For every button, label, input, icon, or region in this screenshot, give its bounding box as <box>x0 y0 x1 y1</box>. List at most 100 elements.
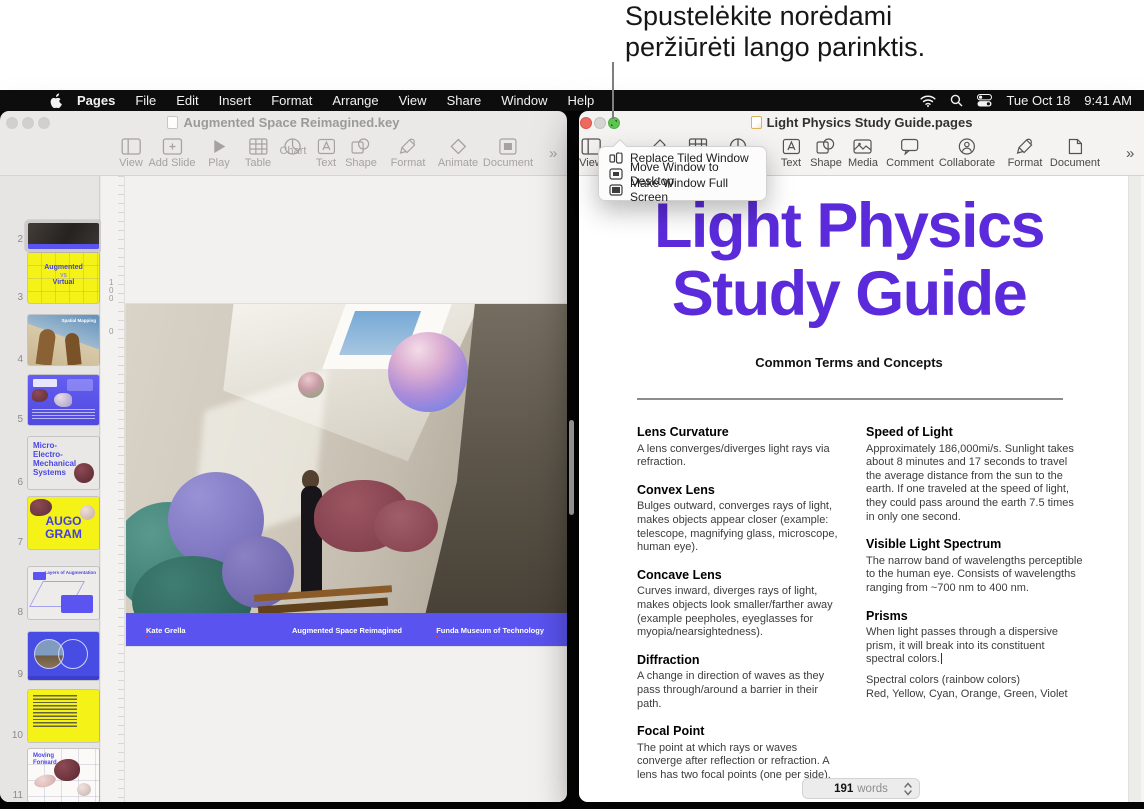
add-slide-button[interactable]: Add Slide <box>148 138 195 169</box>
slide-number: 2 <box>6 234 23 245</box>
play-button[interactable]: Play <box>208 138 229 169</box>
prisms-extra-line-2[interactable]: Red, Yellow, Cyan, Orange, Green, Violet <box>866 688 1084 702</box>
menu-item-file[interactable]: File <box>125 93 166 108</box>
word-count-control[interactable]: 191 words <box>802 778 920 799</box>
pages-document-area[interactable]: Light Physics Study Guide Common Terms a… <box>579 176 1144 802</box>
glossary-left-column[interactable]: Lens Curvature A lens converges/diverges… <box>637 426 841 796</box>
slide-footer-bar: Kate Grella Augmented Space Reimagined F… <box>126 613 567 646</box>
menu-item-arrange[interactable]: Arrange <box>322 93 388 108</box>
term-heading[interactable]: Diffraction <box>637 654 841 668</box>
menu-item-make-window-full-screen[interactable]: Make Window Full Screen <box>599 182 766 198</box>
term-definition[interactable]: The narrow band of wavelengths perceptib… <box>866 555 1084 596</box>
slide-thumbnail-9[interactable] <box>28 632 99 680</box>
slide-number: 6 <box>6 477 23 488</box>
callout-line-1: Spustelėkite norėdami <box>625 1 925 32</box>
menu-item-format[interactable]: Format <box>261 93 322 108</box>
menu-item-share[interactable]: Share <box>437 93 492 108</box>
slide-number: 11 <box>6 790 23 801</box>
term-heading[interactable]: Speed of Light <box>866 426 1084 440</box>
word-count-unit: words <box>857 783 888 795</box>
callout-pointer-line <box>612 62 614 119</box>
document-subtitle[interactable]: Common Terms and Concepts <box>599 355 1099 370</box>
vertical-scrollbar[interactable] <box>1128 176 1141 802</box>
keynote-title-bar[interactable]: Augmented Space Reimagined.key <box>0 111 567 134</box>
menu-item-insert[interactable]: Insert <box>209 93 262 108</box>
term-heading[interactable]: Focal Point <box>637 725 841 739</box>
comment-button[interactable]: Comment <box>886 138 934 169</box>
term-definition[interactable]: A change in direction of waves as they p… <box>637 670 841 711</box>
term-definition[interactable]: Curves inward, diverges rays of light, m… <box>637 585 841 639</box>
media-button[interactable]: Media <box>848 138 878 169</box>
slide-number: 3 <box>6 292 23 303</box>
format-button[interactable]: Format <box>1008 138 1043 169</box>
vertical-ruler: 100 0 <box>101 176 125 802</box>
slide-thumbnail-6[interactable]: Micro-Electro-MechanicalSystems <box>28 437 99 489</box>
slide-footer-venue: Funda Museum of Technology <box>436 626 544 635</box>
table-button[interactable]: Table <box>245 138 271 169</box>
term-heading[interactable]: Convex Lens <box>637 484 841 498</box>
pages-title-bar[interactable]: Light Physics Study Guide.pages <box>579 111 1144 134</box>
control-center-icon[interactable] <box>977 94 992 107</box>
document-button[interactable]: Document <box>483 138 533 169</box>
term-definition[interactable]: Approximately 186,000mi/s. Sunlight take… <box>866 443 1084 525</box>
slide-number: 8 <box>6 607 23 618</box>
ruler-mark-0: 0 <box>109 328 117 336</box>
format-button[interactable]: Format <box>391 138 426 169</box>
menubar-time[interactable]: 9:41 AM <box>1084 93 1132 108</box>
text-cursor <box>941 653 942 664</box>
term-definition[interactable]: Bulges outward, converges rays of light,… <box>637 500 841 554</box>
tile-divider-handle[interactable] <box>569 420 574 515</box>
wifi-icon[interactable] <box>920 95 936 107</box>
view-button[interactable]: View <box>119 138 143 169</box>
keynote-content: 2 3 Augmented VS Virtual 4 Spatial Mappi… <box>0 176 567 802</box>
menu-item-help[interactable]: Help <box>558 93 605 108</box>
term-definition[interactable]: A lens converges/diverges light rays via… <box>637 443 841 470</box>
slide-thumbnail-2-selected[interactable] <box>28 223 99 249</box>
callout-background <box>0 0 1144 90</box>
slide-thumbnail-10[interactable] <box>28 690 99 742</box>
apple-menu-icon[interactable] <box>50 93 63 108</box>
text-button[interactable]: Text <box>781 138 801 169</box>
toolbar-overflow-chevron[interactable]: » <box>1126 145 1132 162</box>
collaborate-button[interactable]: Collaborate <box>939 138 995 169</box>
slide-thumbnail-5[interactable] <box>28 375 99 425</box>
slide-thumbnail-11[interactable]: Moving Forward <box>28 749 99 802</box>
ruler-mark-100: 100 <box>109 279 117 303</box>
screenshot-root: Spustelėkite norėdami peržiūrėti lango p… <box>0 0 1144 809</box>
term-definition[interactable]: When light passes through a dispersive p… <box>866 626 1084 667</box>
current-slide[interactable]: Kate Grella Augmented Space Reimagined F… <box>126 304 567 646</box>
term-definition[interactable]: The point at which rays or waves converg… <box>637 742 841 783</box>
slide-thumbnail-4[interactable]: Spatial Mapping <box>28 315 99 365</box>
shape-button[interactable]: Shape <box>810 138 842 169</box>
slide-number: 4 <box>6 354 23 365</box>
shape-button[interactable]: Shape <box>345 138 377 169</box>
slide-number: 9 <box>6 669 23 680</box>
slide-thumbnail-8[interactable]: Layers of Augmentation <box>28 567 99 619</box>
glossary-right-column[interactable]: Speed of Light Approximately 186,000mi/s… <box>866 426 1084 715</box>
menu-item-view[interactable]: View <box>389 93 437 108</box>
spotlight-search-icon[interactable] <box>950 94 963 107</box>
chart-button[interactable]: Chart <box>280 138 307 157</box>
text-button[interactable]: Text <box>316 138 336 169</box>
toolbar-overflow-chevron[interactable]: » <box>549 145 555 162</box>
document-button[interactable]: Document <box>1050 138 1100 169</box>
document-title[interactable]: Light Physics Study Guide <box>599 192 1099 328</box>
term-heading[interactable]: Lens Curvature <box>637 426 841 440</box>
menu-item-window[interactable]: Window <box>491 93 557 108</box>
menu-bar: Pages File Edit Insert Format Arrange Vi… <box>0 90 1144 111</box>
prisms-extra-line-1[interactable]: Spectral colors (rainbow colors) <box>866 674 1084 688</box>
slide-thumbnail-7[interactable]: AUGOGRAM <box>28 497 99 549</box>
menu-item-edit[interactable]: Edit <box>166 93 208 108</box>
word-count-stepper-icon[interactable] <box>904 782 912 799</box>
slide-thumbnail-3[interactable]: Augmented VS Virtual <box>28 253 99 303</box>
slide-number: 5 <box>6 414 23 425</box>
animate-button[interactable]: Animate <box>438 138 478 169</box>
term-heading[interactable]: Concave Lens <box>637 569 841 583</box>
term-heading[interactable]: Visible Light Spectrum <box>866 538 1084 552</box>
menubar-date[interactable]: Tue Oct 18 <box>1006 93 1070 108</box>
keynote-canvas[interactable]: 100 0 <box>101 176 567 802</box>
menu-item-app[interactable]: Pages <box>67 93 125 108</box>
pages-doc-icon <box>751 116 762 129</box>
term-heading[interactable]: Prisms <box>866 610 1084 624</box>
slide-navigator[interactable]: 2 3 Augmented VS Virtual 4 Spatial Mappi… <box>0 176 100 802</box>
